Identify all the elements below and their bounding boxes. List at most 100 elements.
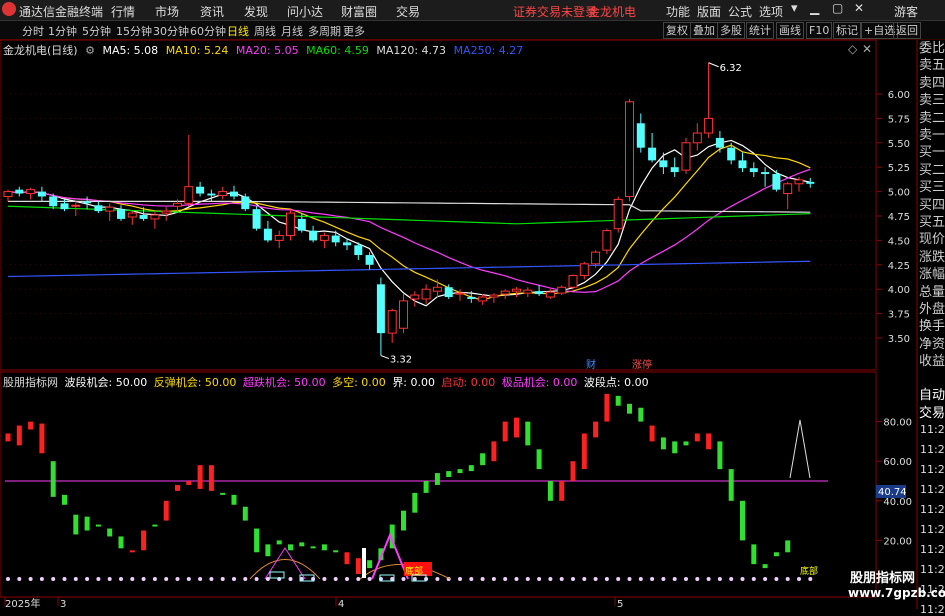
indicator-bar [559, 481, 565, 501]
candle-down [354, 245, 363, 256]
baseline-dot [491, 577, 496, 581]
baseline-dot [559, 577, 564, 581]
auto-label[interactable]: 自动 [919, 384, 945, 403]
indicator-bar [265, 544, 271, 557]
indicator-bar [50, 461, 56, 497]
baseline-dot [51, 577, 56, 581]
ind-label-4: 多空: 0.00 [332, 376, 386, 389]
indicator-bar [672, 441, 678, 454]
time-label: 11:29 [920, 543, 945, 556]
indicator-bar [163, 500, 169, 521]
close-icon[interactable]: ✕ [862, 42, 872, 56]
settings-icon[interactable]: ⚙ [85, 44, 95, 57]
baseline-dot [85, 577, 90, 581]
baseline-dot [220, 577, 225, 581]
white-spike [789, 419, 811, 479]
candle-up [274, 235, 284, 241]
indicator-bar [683, 441, 689, 446]
candle-down [727, 147, 736, 161]
indicator-bar [649, 425, 655, 442]
indicator-bar [536, 449, 542, 470]
candle-down [117, 209, 125, 219]
indicator-bar [175, 484, 180, 491]
candle-up [127, 212, 137, 218]
candle-down [772, 174, 781, 190]
quote-label: 总量 [919, 284, 945, 300]
indicator-bar [638, 407, 644, 422]
indicator-bar [84, 516, 90, 531]
indicator-bar [547, 481, 553, 501]
indicator-bar [107, 528, 113, 537]
indicator-bar [288, 544, 293, 551]
diamond-icon[interactable]: ◇ [848, 42, 857, 56]
candle-down [648, 147, 657, 161]
indicator-bar [751, 544, 757, 565]
indicator-bar [299, 542, 305, 547]
low-label: 3.32 [390, 355, 412, 366]
baseline-dot [684, 577, 688, 581]
baseline-dot [164, 577, 169, 581]
indicator-bar [355, 558, 361, 575]
candle-up [455, 292, 465, 295]
candle-up [681, 142, 691, 171]
candle-down [60, 203, 69, 210]
quote-label: 现价 [919, 232, 945, 248]
chart-canvas[interactable]: 底部 底部 6.00 5.75 5.50 5.25 5.00 4.75 4.50 4.25 4.0… [0, 0, 945, 609]
ma120-label: MA120: 4.73 [376, 44, 447, 57]
indicator-bar [276, 540, 282, 545]
quote-label: 卖五 [919, 58, 945, 74]
baseline-dot [39, 577, 44, 581]
indicator-bar [39, 423, 45, 454]
price-tick-label: 4.50 [888, 236, 910, 247]
quote-label: 换手 [919, 319, 945, 335]
price-tick-label: 4.25 [888, 261, 910, 272]
baseline-dot [593, 577, 598, 581]
baseline-dot [582, 577, 587, 581]
time-label: 11:29 [920, 503, 945, 516]
indicator-bar [762, 564, 768, 569]
ind-label-3: 超跌机会: 50.00 [242, 376, 326, 389]
trade-label[interactable]: 交易 [919, 402, 945, 421]
baseline-dot [695, 577, 700, 581]
baseline-dot [706, 577, 711, 581]
candle-down [139, 215, 148, 219]
price-tick-label: 3.50 [888, 334, 910, 345]
baseline-dot [480, 577, 485, 581]
baseline-dot [175, 577, 180, 581]
quote-label: 买五 [919, 215, 945, 230]
limit-up-marker: 涨停 [632, 358, 652, 371]
baseline-dot [367, 577, 372, 581]
candle-up [161, 210, 171, 214]
time-label: 11:29 [920, 443, 945, 456]
candle-up [432, 286, 442, 292]
indicator-bar [401, 510, 406, 531]
candle-up [26, 189, 36, 195]
time-label: 11:29 [920, 523, 945, 536]
baseline-dot [412, 577, 417, 581]
baseline-dot [469, 577, 474, 581]
hump-orange [249, 559, 321, 580]
baseline-dot [435, 577, 440, 581]
indicator-bar [740, 500, 745, 541]
indicator-bars [5, 393, 791, 575]
candle-up [625, 101, 634, 197]
white-signal-bar [362, 548, 366, 578]
indicator-bar [62, 494, 67, 505]
candle-up [500, 290, 510, 295]
candle-down [207, 193, 216, 196]
baseline-dot [198, 577, 203, 581]
signal-box [269, 571, 285, 579]
ma5-label: MA5: 5.08 [102, 44, 159, 57]
ind-label-1: 波段机会: 50.00 [64, 376, 148, 389]
baseline-dot [763, 577, 768, 581]
candle-down [670, 167, 679, 173]
ind-tick-label: 20.00 [883, 536, 912, 547]
indicator-bar [581, 433, 587, 470]
time-label: 11:29 [920, 463, 945, 476]
indicator-bar [231, 494, 237, 505]
indicator-bar [785, 540, 791, 553]
baseline-dot [345, 577, 349, 581]
grid-lines [0, 93, 882, 541]
indicator-bar [141, 530, 147, 551]
baseline-dot [616, 577, 621, 581]
